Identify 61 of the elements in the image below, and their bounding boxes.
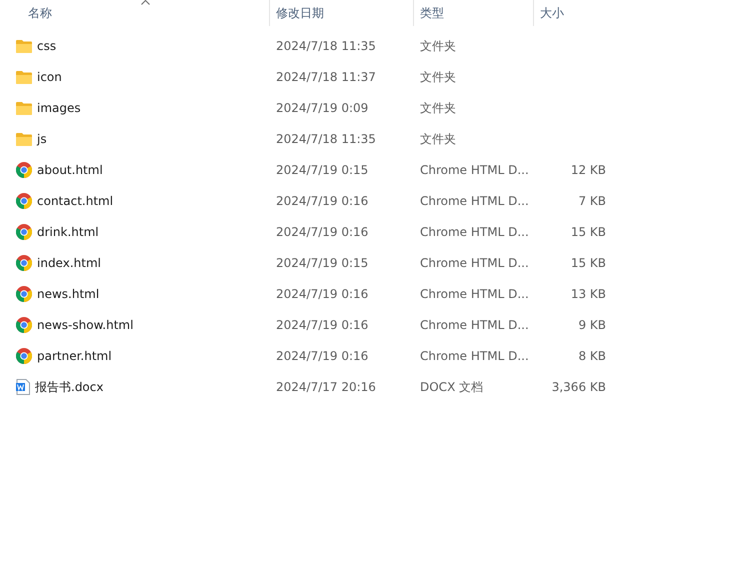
file-name[interactable]: images (37, 98, 81, 116)
table-cell: 2024/7/19 0:09 (276, 100, 368, 114)
column-header[interactable]: 修改日期 (269, 0, 413, 26)
folder-icon (16, 132, 32, 146)
chrome-icon (16, 348, 32, 364)
table-cell: 文件夹 (420, 100, 456, 114)
table-cell: 2024/7/18 11:35 (276, 132, 376, 146)
table-cell: 3,366 KB (552, 380, 606, 394)
table-cell: 15 KB (570, 256, 606, 270)
chrome-icon (16, 162, 32, 178)
column-header[interactable]: 类型 (413, 0, 533, 26)
table-cell: DOCX 文档 (420, 380, 484, 394)
column-header[interactable]: 名称 (0, 0, 269, 26)
file-name[interactable]: icon (37, 68, 62, 86)
file-name[interactable]: 报告书.docx (35, 378, 104, 396)
table-cell: 2024/7/19 0:16 (276, 348, 368, 362)
table-cell: 2024/7/17 20:16 (276, 380, 376, 394)
table-cell: Chrome HTML D... (420, 318, 529, 332)
table-cell: 8 KB (578, 348, 606, 362)
table-cell: 9 KB (578, 318, 606, 332)
file-name[interactable]: partner.html (37, 346, 112, 364)
file-name[interactable]: news-show.html (37, 316, 134, 334)
table-cell: 2024/7/18 11:37 (276, 70, 376, 84)
table-cell: 2024/7/19 0:16 (276, 224, 368, 238)
table-cell: 2024/7/19 0:15 (276, 256, 368, 270)
table-cell: 12 KB (570, 162, 606, 176)
folder-icon (16, 70, 32, 84)
chrome-icon (16, 192, 32, 208)
table-cell: 15 KB (570, 224, 606, 238)
file-name[interactable]: news.html (37, 284, 100, 302)
table-cell: 2024/7/19 0:16 (276, 194, 368, 208)
file-name[interactable]: about.html (37, 160, 103, 178)
word-document-icon (16, 378, 30, 394)
column-header[interactable]: 大小 (533, 0, 613, 26)
chrome-icon (16, 286, 32, 302)
chrome-icon (16, 224, 32, 240)
file-name[interactable]: index.html (37, 254, 101, 272)
table-cell: 13 KB (570, 286, 606, 300)
table-cell: Chrome HTML D... (420, 286, 529, 300)
table-cell: 2024/7/19 0:16 (276, 318, 368, 332)
folder-icon (16, 38, 32, 52)
table-cell: Chrome HTML D... (420, 256, 529, 270)
table-cell: 文件夹 (420, 132, 456, 146)
table-cell: Chrome HTML D... (420, 348, 529, 362)
table-cell: 2024/7/18 11:35 (276, 38, 376, 52)
sort-ascending-icon (141, 0, 150, 5)
table-cell: Chrome HTML D... (420, 194, 529, 208)
table-cell: 2024/7/19 0:16 (276, 286, 368, 300)
file-name[interactable]: contact.html (37, 192, 114, 210)
table-cell: Chrome HTML D... (420, 162, 529, 176)
table-cell: 文件夹 (420, 38, 456, 52)
table-cell: 7 KB (578, 194, 606, 208)
table-cell: 2024/7/19 0:15 (276, 162, 368, 176)
chrome-icon (16, 254, 32, 270)
file-name[interactable]: css (37, 36, 56, 54)
file-name[interactable]: drink.html (37, 222, 99, 240)
chrome-icon (16, 316, 32, 332)
folder-icon (16, 100, 32, 114)
table-cell: 文件夹 (420, 70, 456, 84)
file-name[interactable]: js (37, 130, 47, 148)
table-cell: Chrome HTML D... (420, 224, 529, 238)
